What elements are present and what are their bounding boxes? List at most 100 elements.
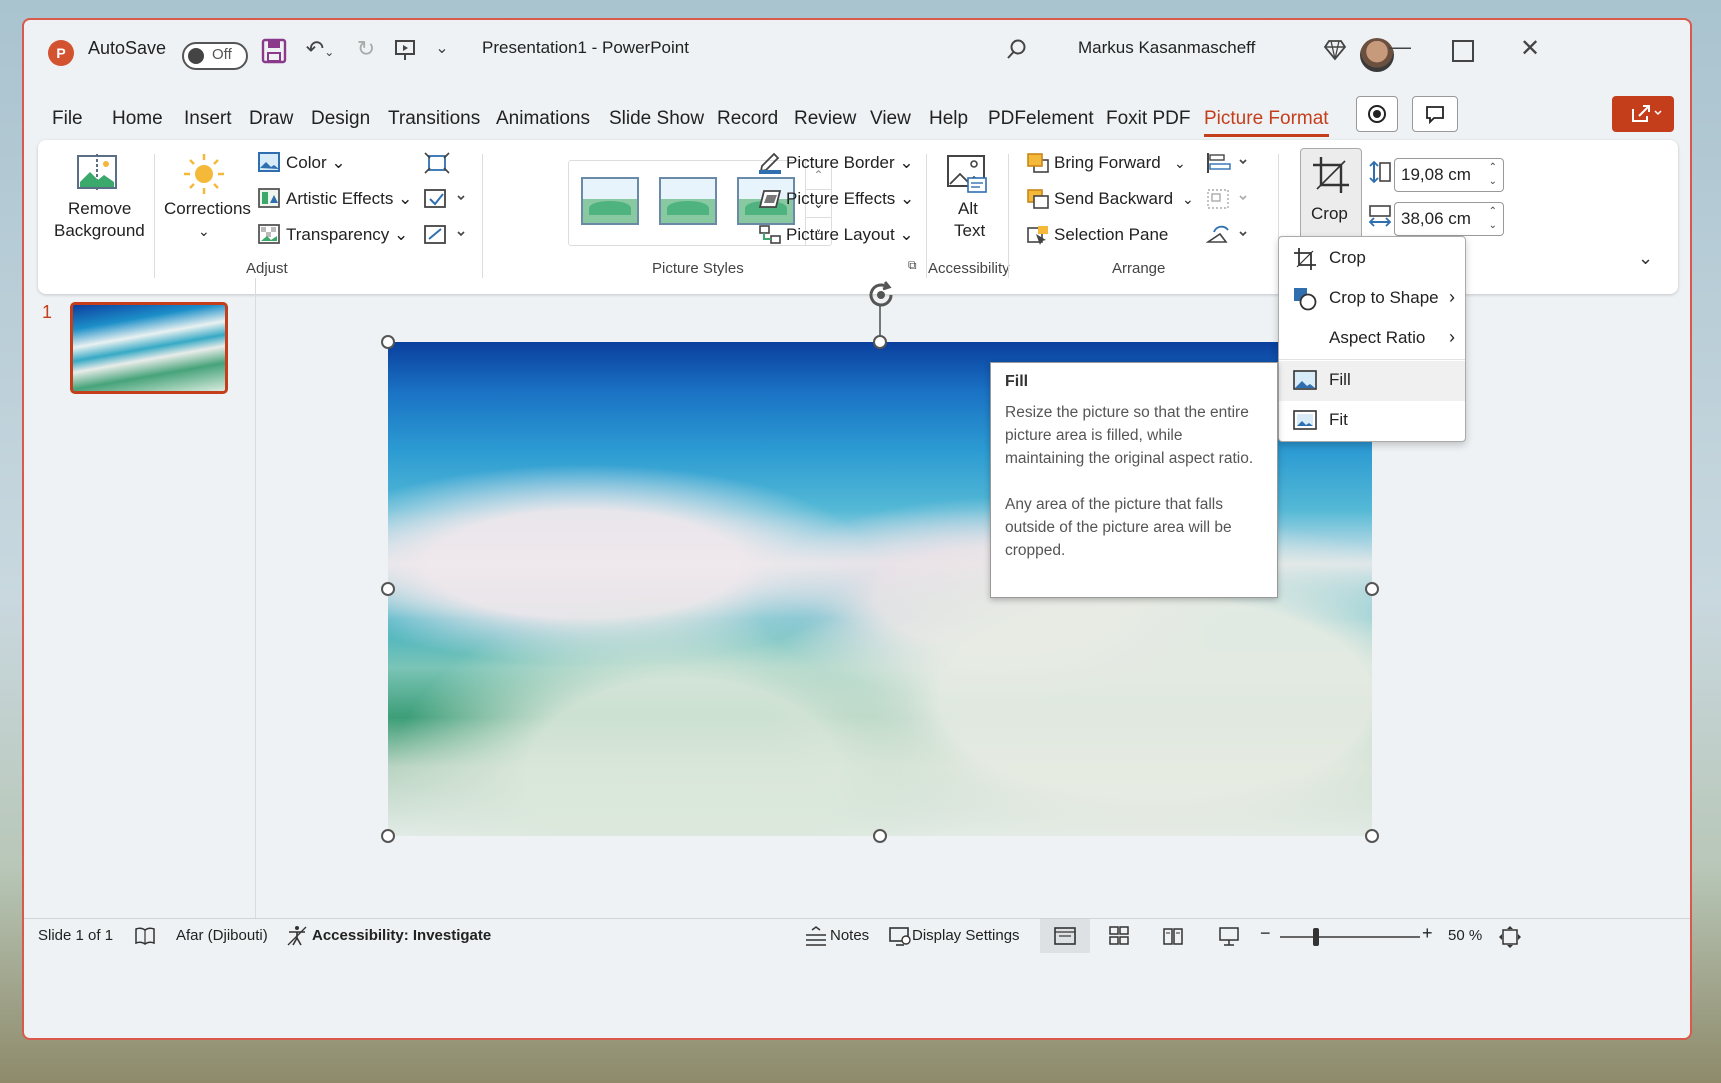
slide-thumbnail[interactable] (70, 302, 228, 394)
shape-width-input[interactable]: 38,06 cm ⌃ ⌄ (1394, 202, 1504, 236)
remove-background-label-2[interactable]: Background (54, 220, 145, 242)
share-button[interactable] (1612, 96, 1674, 132)
tab-pdfelement[interactable]: PDFelement (988, 104, 1094, 134)
alt-text-label-2[interactable]: Text (954, 220, 985, 242)
slide-show-view-icon[interactable] (1218, 925, 1240, 952)
resize-handle-top-left[interactable] (381, 335, 395, 349)
tab-insert[interactable]: Insert (184, 104, 232, 134)
remove-background-label-1[interactable]: Remove (68, 198, 131, 220)
accessibility-icon[interactable] (286, 925, 308, 952)
resize-handle-bottom-left[interactable] (381, 829, 395, 843)
rotate-icon[interactable] (1205, 224, 1250, 251)
width-spinner-icon[interactable]: ⌃ ⌄ (1489, 205, 1497, 233)
accessibility-status[interactable]: Accessibility: Investigate (312, 927, 491, 944)
fit-slide-to-window-icon[interactable] (1498, 925, 1522, 954)
save-icon[interactable] (260, 38, 288, 66)
alt-text-icon (946, 154, 988, 199)
present-from-beginning-icon[interactable] (390, 38, 420, 68)
menu-item-fill[interactable]: Fill (1279, 361, 1465, 401)
transparency-button[interactable]: Transparency ⌄ (286, 224, 408, 246)
tab-design[interactable]: Design (311, 104, 370, 134)
tab-slide-show[interactable]: Slide Show (609, 104, 704, 134)
powerpoint-window: P AutoSave Off ↶⌄ ↻ ⌄ Presentation1 - Po… (22, 18, 1692, 1040)
resize-handle-left[interactable] (381, 582, 395, 596)
menu-item-crop-to-shape[interactable]: Crop to Shape › (1279, 279, 1465, 319)
slide-sorter-view-icon[interactable] (1108, 925, 1130, 952)
maximize-icon[interactable] (1452, 40, 1474, 62)
record-button[interactable] (1356, 96, 1398, 132)
tab-animations[interactable]: Animations (496, 104, 590, 134)
spelling-check-icon[interactable] (134, 925, 156, 952)
tab-review[interactable]: Review (794, 104, 856, 134)
color-button[interactable]: Color ⌄ (286, 152, 346, 174)
customize-toolbar-icon[interactable]: ⌄ (432, 38, 452, 58)
resize-handle-bottom[interactable] (873, 829, 887, 843)
zoom-slider-track[interactable] (1280, 936, 1420, 938)
minimize-icon[interactable]: — (1388, 34, 1412, 60)
tab-foxit-pdf[interactable]: Foxit PDF (1106, 104, 1190, 134)
tab-file[interactable]: File (52, 104, 83, 134)
close-icon[interactable]: ✕ (1518, 34, 1542, 63)
autosave-toggle[interactable]: Off (182, 42, 248, 70)
selection-pane-icon (1026, 224, 1050, 251)
zoom-level[interactable]: 50 % (1448, 927, 1482, 944)
picture-style-thumb-2[interactable] (659, 177, 717, 225)
rotate-handle-icon[interactable] (864, 278, 898, 317)
send-backward-dropdown-icon[interactable]: ⌄ (1182, 188, 1194, 210)
menu-item-crop[interactable]: Crop (1279, 239, 1465, 279)
send-backward-button[interactable]: Send Backward (1054, 188, 1173, 210)
picture-effects-button[interactable]: Picture Effects ⌄ (786, 188, 914, 210)
picture-border-button[interactable]: Picture Border ⌄ (786, 152, 914, 174)
redo-icon[interactable]: ↻ (352, 36, 380, 62)
premium-diamond-icon[interactable] (1322, 38, 1348, 68)
user-name[interactable]: Markus Kasanmascheff (1078, 36, 1255, 60)
menu-item-aspect-ratio[interactable]: Aspect Ratio › (1279, 319, 1465, 359)
display-settings-button[interactable]: Display Settings (912, 927, 1020, 944)
picture-style-thumb-1[interactable] (581, 177, 639, 225)
zoom-out-icon[interactable]: − (1260, 923, 1271, 944)
slide-counter[interactable]: Slide 1 of 1 (38, 927, 113, 944)
title-bar: P AutoSave Off ↶⌄ ↻ ⌄ Presentation1 - Po… (24, 20, 1690, 84)
tab-help[interactable]: Help (929, 104, 968, 134)
shape-height-input[interactable]: 19,08 cm ⌃ ⌄ (1394, 158, 1504, 192)
bring-forward-button[interactable]: Bring Forward (1054, 152, 1161, 174)
comments-button[interactable] (1412, 96, 1458, 132)
selection-pane-button[interactable]: Selection Pane (1054, 224, 1168, 246)
search-icon[interactable] (1004, 38, 1030, 66)
zoom-slider-thumb[interactable] (1313, 928, 1319, 946)
collapse-ribbon-chevron-icon[interactable]: ⌄ (1638, 248, 1653, 269)
reading-view-icon[interactable] (1162, 925, 1184, 952)
compress-pictures-icon[interactable] (424, 152, 450, 179)
bring-forward-dropdown-icon[interactable]: ⌄ (1174, 152, 1186, 174)
artistic-effects-button[interactable]: Artistic Effects ⌄ (286, 188, 412, 210)
corrections-dropdown-icon[interactable]: ⌄ (198, 220, 210, 242)
change-picture-icon[interactable] (424, 188, 468, 215)
picture-layout-button[interactable]: Picture Layout ⌄ (786, 224, 914, 246)
alt-text-label-1[interactable]: Alt (958, 198, 978, 220)
reset-picture-icon[interactable] (424, 224, 468, 251)
submenu-chevron-icon: › (1449, 327, 1455, 347)
resize-handle-right[interactable] (1365, 582, 1379, 596)
shape-width-value: 38,06 cm (1401, 209, 1471, 228)
resize-handle-top[interactable] (873, 335, 887, 349)
corrections-label[interactable]: Corrections (164, 198, 251, 220)
normal-view-icon[interactable] (1040, 919, 1090, 953)
remove-background-icon (76, 154, 118, 195)
picture-styles-group-label: Picture Styles (652, 260, 744, 277)
tab-draw[interactable]: Draw (249, 104, 293, 134)
resize-handle-bottom-right[interactable] (1365, 829, 1379, 843)
tab-view[interactable]: View (870, 104, 911, 134)
zoom-in-icon[interactable]: + (1422, 923, 1433, 944)
align-icon[interactable] (1206, 152, 1250, 179)
tab-transitions[interactable]: Transitions (388, 104, 480, 134)
group-objects-icon[interactable] (1206, 188, 1250, 215)
tab-picture-format[interactable]: Picture Format (1204, 104, 1329, 137)
height-spinner-icon[interactable]: ⌃ ⌄ (1489, 161, 1497, 189)
tab-record[interactable]: Record (717, 104, 778, 134)
notes-button[interactable]: Notes (830, 927, 869, 944)
format-picture-dialog-launcher-icon[interactable]: ⧉ (908, 258, 917, 273)
language-indicator[interactable]: Afar (Djibouti) (176, 927, 268, 944)
undo-icon[interactable]: ↶⌄ (300, 36, 340, 62)
menu-item-fit[interactable]: Fit (1279, 401, 1465, 441)
tab-home[interactable]: Home (112, 104, 163, 134)
